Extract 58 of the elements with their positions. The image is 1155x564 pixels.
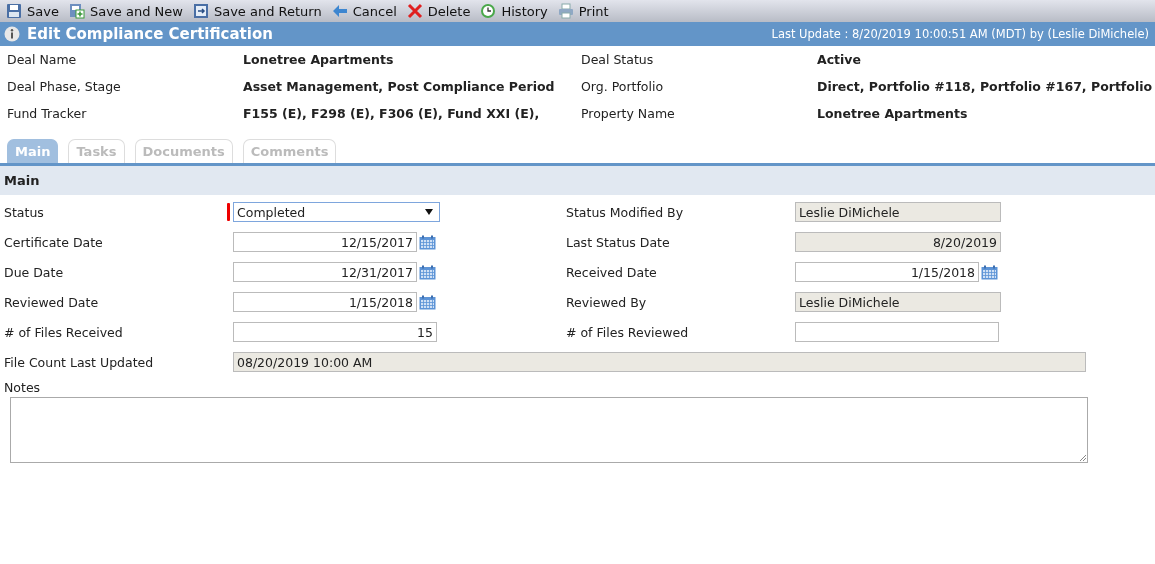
toolbar-button[interactable]: Delete <box>404 1 477 21</box>
status-dropdown[interactable]: Completed <box>233 202 440 222</box>
field-label: Received Date <box>566 264 658 280</box>
date-field[interactable]: 12/31/2017 <box>233 262 417 282</box>
info-icon <box>4 26 20 42</box>
toolbar-button[interactable]: Print <box>555 1 615 21</box>
info-label: Deal Phase, Stage <box>7 79 122 94</box>
printer-icon <box>557 3 574 19</box>
info-value: Lonetree Apartments <box>817 106 969 121</box>
toolbar-button[interactable]: Cancel <box>329 1 403 21</box>
field-label: File Count Last Updated <box>4 354 155 370</box>
toolbar-button[interactable]: Save <box>4 1 65 21</box>
document-arrow-icon <box>192 3 209 19</box>
date-field[interactable]: 1/15/2018 <box>233 292 417 312</box>
field-label: Status <box>4 204 45 220</box>
info-value: Direct, Portfolio #118, Portfolio #167, Portfolio <box>817 79 1154 94</box>
readonly-field: 8/20/2019 <box>795 232 1001 252</box>
field-label: # of Files Received <box>4 324 124 340</box>
field-label: Reviewed Date <box>4 294 100 310</box>
calendar-icon[interactable] <box>419 294 436 310</box>
field-label: # of Files Reviewed <box>566 324 690 340</box>
caret-icon <box>425 209 433 215</box>
toolbar-button[interactable]: Save and Return <box>190 1 328 21</box>
calendar-icon[interactable] <box>981 264 998 280</box>
arrow-left-icon <box>331 4 348 18</box>
field-label: Due Date <box>4 264 65 280</box>
number-field[interactable] <box>795 322 999 342</box>
section-header: Main <box>0 166 1155 195</box>
toolbar-button[interactable]: Save and New <box>66 1 189 21</box>
resize-grip-icon[interactable] <box>1079 454 1086 461</box>
page-title: Edit Compliance Certification <box>27 25 273 43</box>
document-plus-icon <box>68 3 85 19</box>
info-value: Active <box>817 52 862 67</box>
calendar-icon[interactable] <box>419 234 436 250</box>
last-update-text: Last Update : 8/20/2019 10:00:51 AM (MDT) by (Leslie DiMichele) <box>771 27 1149 41</box>
info-label: Property Name <box>581 106 676 121</box>
readonly-field: 08/20/2019 10:00 AM <box>233 352 1086 372</box>
field-label: Last Status Date <box>566 234 671 250</box>
toolbar-button[interactable]: History <box>478 1 554 21</box>
info-label: Deal Status <box>581 52 655 67</box>
info-value: Lonetree Apartments <box>243 52 395 67</box>
info-label: Deal Name <box>7 52 78 67</box>
field-label: Reviewed By <box>566 294 648 310</box>
info-label: Fund Tracker <box>7 106 88 121</box>
cross-icon <box>406 3 423 19</box>
info-value: Asset Management, Post Compliance Period <box>243 79 556 94</box>
date-field[interactable]: 1/15/2018 <box>795 262 979 282</box>
readonly-field: Leslie DiMichele <box>795 202 1001 222</box>
info-label: Org. Portfolio <box>581 79 665 94</box>
field-label: Notes <box>4 380 41 395</box>
number-field[interactable]: 15 <box>233 322 437 342</box>
clock-icon <box>480 3 497 19</box>
field-label: Certificate Date <box>4 234 104 250</box>
date-field[interactable]: 12/15/2017 <box>233 232 417 252</box>
info-value: F155 (E), F298 (E), F306 (E), Fund XXI (E), <box>243 106 541 121</box>
readonly-field: Leslie DiMichele <box>795 292 1001 312</box>
calendar-icon[interactable] <box>419 264 436 280</box>
field-label: Status Modified By <box>566 204 685 220</box>
